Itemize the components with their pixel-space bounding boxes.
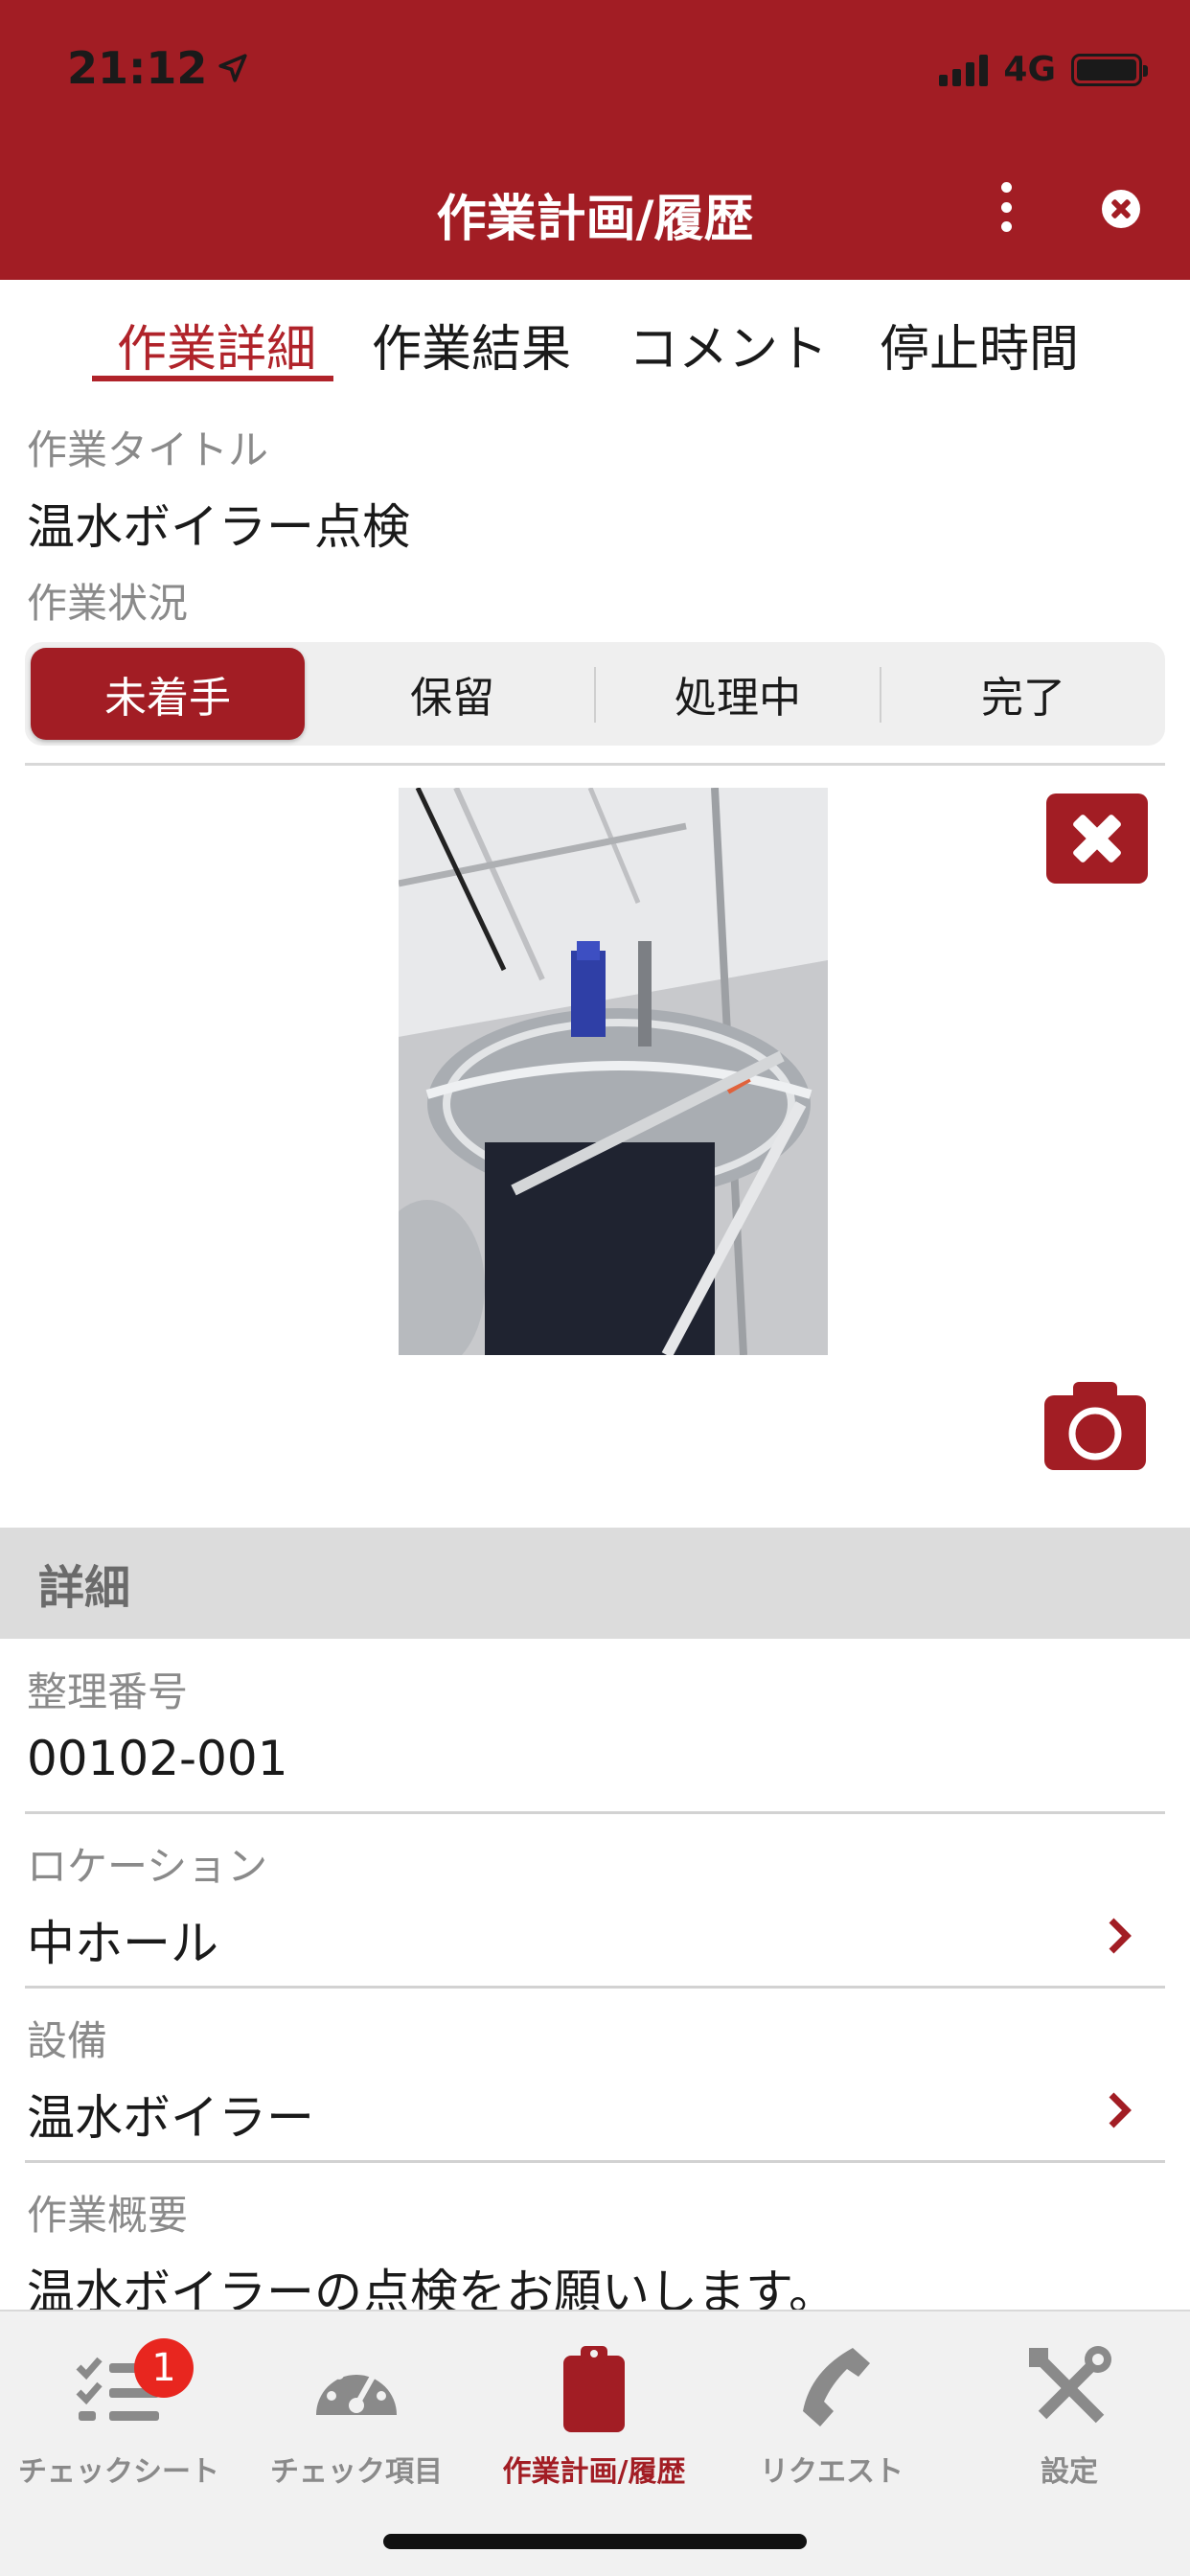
chevron-right-icon[interactable] (1106, 1917, 1134, 1955)
status-option-completed[interactable]: 完了 (881, 642, 1165, 746)
gauge-icon (310, 2342, 402, 2434)
equipment-value[interactable]: 温水ボイラー (27, 2080, 314, 2149)
row-divider (25, 2160, 1165, 2163)
status-option-on-hold[interactable]: 保留 (310, 642, 594, 746)
signal-icon (939, 54, 989, 86)
status-option-in-progress[interactable]: 処理中 (596, 642, 880, 746)
work-status-label: 作業状況 (27, 580, 189, 627)
camera-icon[interactable] (1044, 1382, 1146, 1470)
chevron-right-icon[interactable] (1106, 2091, 1134, 2129)
home-indicator (383, 2534, 807, 2549)
work-title-value: 温水ボイラー点検 (27, 499, 410, 555)
tab-work-results[interactable]: 作業結果 (372, 309, 571, 380)
location-value[interactable]: 中ホール (27, 1905, 218, 1974)
tab-downtime[interactable]: 停止時間 (880, 309, 1079, 380)
notification-badge: 1 (134, 2338, 194, 2398)
work-summary-label: 作業概要 (27, 2192, 189, 2239)
status-time: 21:12 (67, 42, 249, 94)
network-type: 4G (1003, 50, 1056, 89)
reference-number-value: 00102-001 (27, 1731, 288, 1786)
nav-settings[interactable]: 設定 (950, 2334, 1188, 2507)
work-photo[interactable] (399, 788, 828, 1355)
status-indicators: 4G (939, 50, 1148, 89)
work-status-segmented-control: 未着手 保留 処理中 完了 (25, 642, 1165, 746)
nav-label: 作業計画/履歴 (502, 2455, 686, 2489)
tab-comments[interactable]: コメント (629, 309, 828, 380)
delete-photo-button[interactable] (1046, 794, 1148, 884)
close-icon[interactable] (1102, 190, 1140, 228)
work-title-label: 作業タイトル (27, 426, 269, 473)
active-tab-indicator (92, 376, 333, 381)
location-label: ロケーション (27, 1843, 268, 1890)
battery-icon (1071, 53, 1148, 86)
tools-icon (1023, 2342, 1115, 2434)
clipboard-icon (548, 2342, 640, 2434)
nav-label: リクエスト (760, 2455, 904, 2489)
phone-icon (786, 2342, 878, 2434)
app-screen: 21:12 4G 作業計画/履歴 作業詳細 作業結果 コメント 停止時間 作業タ… (0, 0, 1190, 2576)
reference-number-label: 整理番号 (27, 1668, 189, 1715)
more-menu-icon[interactable] (995, 182, 1018, 232)
status-time-text: 21:12 (67, 42, 208, 94)
divider (25, 763, 1165, 766)
nav-label: チェック項目 (270, 2455, 443, 2489)
tab-work-details[interactable]: 作業詳細 (117, 309, 316, 380)
nav-label: チェックシート (18, 2455, 219, 2489)
nav-work-plan-history[interactable]: 作業計画/履歴 (475, 2334, 713, 2507)
nav-request[interactable]: リクエスト (713, 2334, 950, 2507)
status-option-not-started[interactable]: 未着手 (31, 648, 305, 740)
location-arrow-icon (218, 54, 248, 82)
details-section-header: 詳細 (0, 1528, 1190, 1639)
equipment-label: 設備 (27, 2017, 108, 2064)
nav-label: 設定 (1041, 2455, 1098, 2489)
tab-bar: 作業詳細 作業結果 コメント 停止時間 (0, 280, 1190, 385)
nav-check-items[interactable]: チェック項目 (238, 2334, 475, 2507)
header-bar: 21:12 4G 作業計画/履歴 (0, 0, 1190, 280)
row-divider (25, 1986, 1165, 1989)
row-divider (25, 1811, 1165, 1814)
nav-check-sheet[interactable]: 1 チェックシート (0, 2334, 238, 2507)
